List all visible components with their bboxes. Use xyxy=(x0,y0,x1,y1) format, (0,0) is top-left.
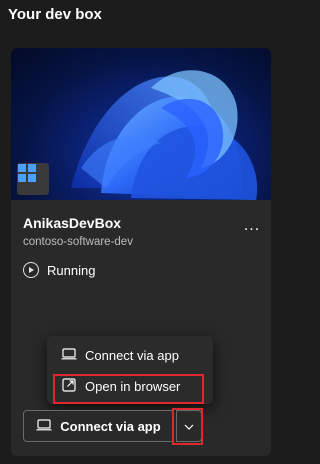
connect-button-label: Connect via app xyxy=(60,418,161,434)
dropdown-highlight xyxy=(172,408,203,445)
devbox-hero-image xyxy=(11,48,271,200)
page-title: Your dev box xyxy=(8,6,102,23)
windows-logo-icon xyxy=(17,163,49,195)
menu-item-label: Connect via app xyxy=(85,347,179,363)
menu-item-connect-via-app[interactable]: Connect via app xyxy=(53,342,207,368)
devbox-project: contoso-software-dev xyxy=(23,236,133,248)
play-icon xyxy=(23,262,39,278)
more-options-button[interactable]: ... xyxy=(241,217,263,234)
laptop-icon xyxy=(36,418,52,434)
connect-via-app-button[interactable]: Connect via app xyxy=(23,410,174,442)
status-label: Running xyxy=(47,262,96,278)
devbox-status: Running xyxy=(23,262,95,278)
laptop-icon xyxy=(61,347,77,363)
devbox-name: AnikasDevBox xyxy=(23,215,122,231)
open-in-browser-highlight xyxy=(53,374,204,404)
